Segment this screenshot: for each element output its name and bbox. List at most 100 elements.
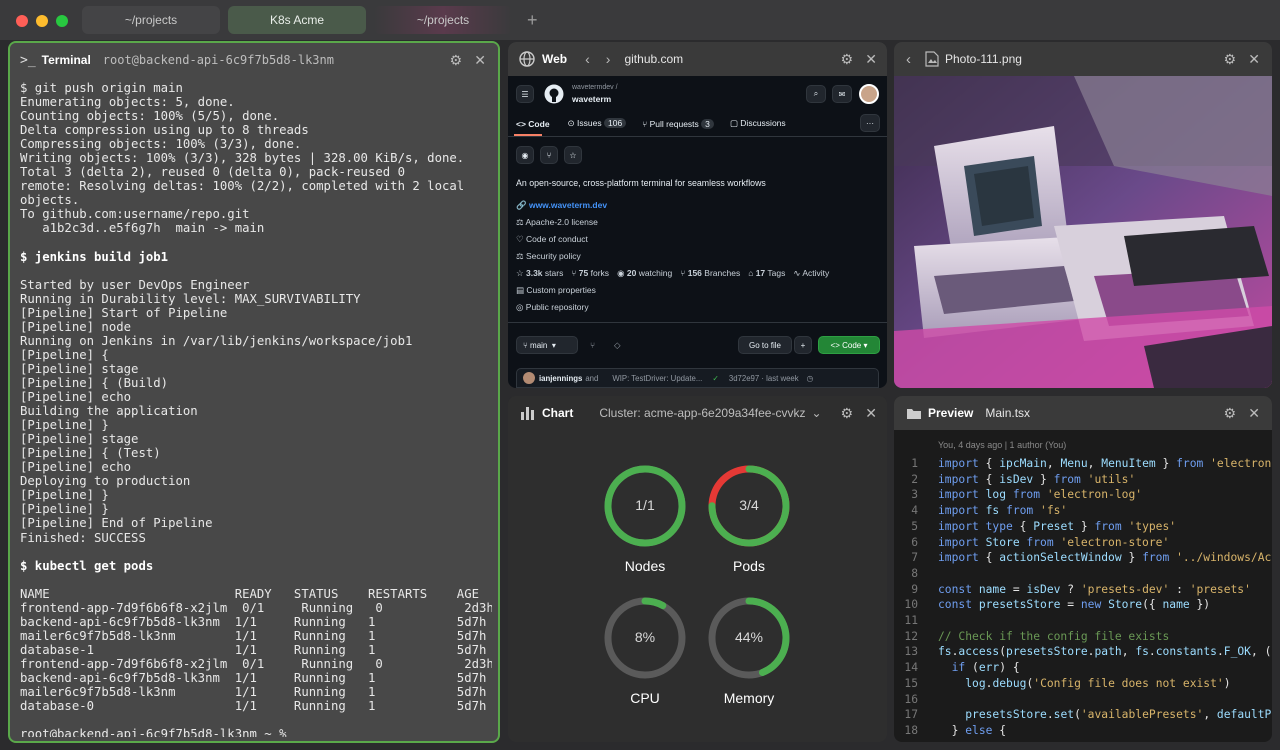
new-tab-button[interactable]: + <box>527 10 538 31</box>
security-link[interactable]: ⚖ Security policy <box>516 251 581 262</box>
fork-icon[interactable]: ⑂ <box>540 146 558 164</box>
code-editor[interactable]: You, 4 days ago | 1 author (You) 1 import… <box>894 430 1272 742</box>
gear-icon[interactable]: ⚙ <box>840 405 853 422</box>
latest-commit-row[interactable]: ianjennings and WIP: TestDriver: Update.… <box>516 368 879 388</box>
code-token: from <box>1019 535 1061 549</box>
code-token: if <box>951 661 973 675</box>
repo-owner[interactable]: wavetermdev / <box>572 84 618 91</box>
website-link[interactable]: 🔗 www.waveterm.dev <box>516 200 607 211</box>
branch-select[interactable]: ⑂ main ▾ <box>516 336 578 354</box>
code-token: , <box>1203 708 1217 722</box>
close-icon[interactable]: ✕ <box>865 405 877 422</box>
github-page: ☰ wavetermdev / waveterm ⌕ ✉ <> Code ⊙ I… <box>508 76 887 388</box>
more-icon[interactable]: ··· <box>860 114 880 132</box>
code-token: Store <box>985 535 1020 549</box>
commit-message[interactable]: WIP: TestDriver: Update... <box>612 374 702 383</box>
watching-stat[interactable]: ◉ 20 watching <box>617 268 672 279</box>
activity-stat[interactable]: ∿ Activity <box>793 268 829 279</box>
stars-stat[interactable]: ☆ 3.3k stars <box>516 268 563 279</box>
terminal-panel[interactable]: >_ Terminal root@backend-api-6c9f7b5d8-l… <box>8 41 500 743</box>
line-number: 4 <box>911 504 918 518</box>
custom-properties-link[interactable]: ▤ Custom properties <box>516 285 596 296</box>
branches-stat[interactable]: ⑂ 156 Branches <box>680 268 740 279</box>
close-icon[interactable]: ✕ <box>1248 405 1260 422</box>
license-link[interactable]: ⚖ Apache-2.0 license <box>516 217 598 228</box>
forward-icon[interactable]: › <box>606 51 611 67</box>
terminal-output-line: database-0 1/1 Running 1 5d7h <box>20 699 487 714</box>
tab-projects-2[interactable]: ~/projects <box>374 6 512 34</box>
code-token: , <box>1087 457 1102 470</box>
code-token: 'fs' <box>1040 504 1068 518</box>
forks-stat[interactable]: ⑂ 75 forks <box>571 268 609 279</box>
cluster-select[interactable]: Cluster: acme-app-6e209a34fee-cvvkz <box>599 406 805 420</box>
line-number: 9 <box>911 582 918 596</box>
terminal-output-line: [Pipeline] } <box>20 418 109 433</box>
zoom-window-button[interactable] <box>56 15 68 27</box>
photo-header: ‹ Photo-111.png ⚙ ✕ <box>894 42 1272 76</box>
code-token: { <box>999 723 1007 737</box>
back-icon[interactable]: ‹ <box>906 51 911 68</box>
menu-icon[interactable]: ☰ <box>516 85 534 103</box>
code-token: = <box>1060 598 1081 612</box>
tab-issues[interactable]: ⊙ Issues 106 <box>568 118 627 129</box>
tab-projects-1[interactable]: ~/projects <box>82 6 220 34</box>
tab-discussions[interactable]: ▢ Discussions <box>730 118 786 129</box>
code-token: Menu <box>1060 457 1088 470</box>
code-token: fs <box>985 504 1000 518</box>
code-line: fs.access(presetsStore.path, fs.constant… <box>938 644 1272 660</box>
tab-code[interactable]: <> Code <box>516 119 550 129</box>
folder-icon <box>907 409 921 419</box>
code-button[interactable]: <> Code ▾ <box>818 336 880 354</box>
website-link-text: www.waveterm.dev <box>528 200 608 210</box>
commit-and: and <box>585 373 599 383</box>
commit-author[interactable]: ianjennings <box>539 374 582 383</box>
tab-k8s-acme[interactable]: K8s Acme <box>228 6 366 34</box>
go-to-file-button[interactable]: Go to file <box>738 336 792 354</box>
terminal-title: Terminal <box>41 53 91 67</box>
repo-name[interactable]: waveterm <box>572 94 611 104</box>
inbox-icon[interactable]: ✉ <box>832 85 852 103</box>
close-icon[interactable]: ✕ <box>1248 51 1260 68</box>
code-token: from <box>1053 472 1088 486</box>
terminal-output-line: Started by user DevOps Engineer <box>20 277 250 292</box>
gear-icon[interactable]: ⚙ <box>840 51 853 68</box>
url-field[interactable]: github.com <box>624 52 683 66</box>
code-token: '../windows/ActionS <box>1176 551 1272 565</box>
close-icon[interactable]: ✕ <box>865 51 877 68</box>
minimize-window-button[interactable] <box>36 15 48 27</box>
history-icon[interactable]: ◷ <box>807 374 814 383</box>
tab-pull-requests[interactable]: ⑂ Pull requests 3 <box>642 118 714 129</box>
add-file-button[interactable]: + <box>794 336 812 354</box>
tags-stat[interactable]: ⌂ 17 Tags <box>748 268 785 279</box>
line-number: 11 <box>904 614 918 627</box>
close-icon[interactable]: ✕ <box>474 52 486 69</box>
back-icon[interactable]: ‹ <box>585 51 590 67</box>
code-token: ( <box>972 661 979 675</box>
commit-hash[interactable]: 3d72e97 · last week <box>729 374 799 383</box>
star-icon[interactable]: ☆ <box>564 146 582 164</box>
avatar[interactable] <box>859 84 879 104</box>
public-repo-link[interactable]: ◎ Public repository <box>516 302 589 313</box>
code-token: fs <box>938 645 952 659</box>
bar-chart-icon <box>521 407 534 420</box>
gear-icon[interactable]: ⚙ <box>1223 405 1236 422</box>
github-logo-icon[interactable] <box>544 84 564 104</box>
gear-icon[interactable]: ⚙ <box>449 52 462 69</box>
terminal-output[interactable]: $ git push origin main Enumerating object… <box>20 81 492 737</box>
branches-icon[interactable]: ⑂ <box>590 340 595 350</box>
terminal-output-line: [Pipeline] } <box>20 488 109 503</box>
tag-icon[interactable]: ◇ <box>614 340 621 351</box>
conduct-text: Code of conduct <box>525 234 588 244</box>
terminal-output-line: database-1 1/1 Running 1 5d7h <box>20 642 487 657</box>
terminal-output-line: objects. <box>20 193 80 208</box>
search-icon[interactable]: ⌕ <box>806 85 826 103</box>
line-number: 7 <box>911 551 918 565</box>
gear-icon[interactable]: ⚙ <box>1223 51 1236 68</box>
chevron-down-icon[interactable]: ⌄ <box>811 406 821 420</box>
terminal-output-line: root@backend-api-6c9f7b5d8-lk3nm ~ % <box>20 727 287 737</box>
close-window-button[interactable] <box>16 15 28 27</box>
watch-icon[interactable]: ◉ <box>516 146 534 164</box>
code-token: from <box>999 504 1041 518</box>
conduct-link[interactable]: ♡ Code of conduct <box>516 234 588 245</box>
